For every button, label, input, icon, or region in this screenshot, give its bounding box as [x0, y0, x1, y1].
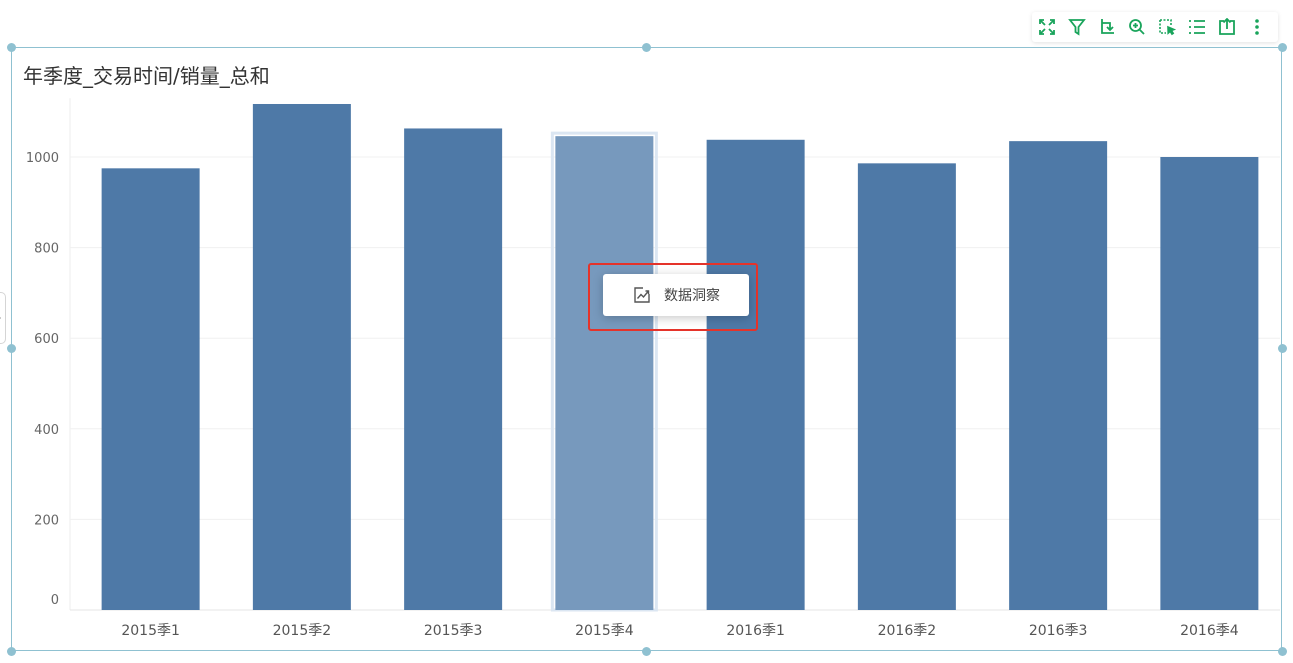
insight-icon — [634, 287, 650, 303]
x-tick-label: 2015季3 — [424, 623, 483, 639]
y-tick-label: 600 — [34, 332, 59, 347]
y-tick-label: 200 — [34, 513, 59, 528]
bar-2016季1[interactable] — [706, 139, 805, 610]
x-tick-label: 2015季1 — [121, 623, 180, 639]
x-tick-label: 2015季4 — [575, 623, 634, 639]
data-insight-popup[interactable]: 数据洞察 — [603, 274, 749, 316]
data-insight-label: 数据洞察 — [664, 288, 720, 304]
bar-2015季3[interactable] — [404, 128, 503, 610]
y-tick-label: 800 — [34, 242, 59, 257]
bar-2016季2[interactable] — [857, 163, 956, 611]
x-tick-label: 2016季3 — [1029, 623, 1088, 639]
bar-2015季2[interactable] — [252, 103, 351, 611]
y-tick-label: 1000 — [26, 151, 59, 166]
bar-2015季4[interactable] — [555, 136, 654, 611]
x-tick-label: 2015季2 — [273, 623, 332, 639]
bar-chart: 0 200 400 600 800 1000 2015季1 2015季2 2015季3 2015季… — [26, 98, 1280, 639]
y-tick-label: 400 — [34, 423, 59, 438]
bar-2016季4[interactable] — [1160, 157, 1259, 610]
bar-2016季3[interactable] — [1009, 141, 1108, 610]
bar-2015季1[interactable] — [101, 168, 200, 610]
x-tick-label: 2016季1 — [726, 623, 785, 639]
y-tick-label: 0 — [51, 593, 59, 608]
x-tick-label: 2016季2 — [878, 623, 937, 639]
x-tick-label: 2016季4 — [1180, 623, 1239, 639]
